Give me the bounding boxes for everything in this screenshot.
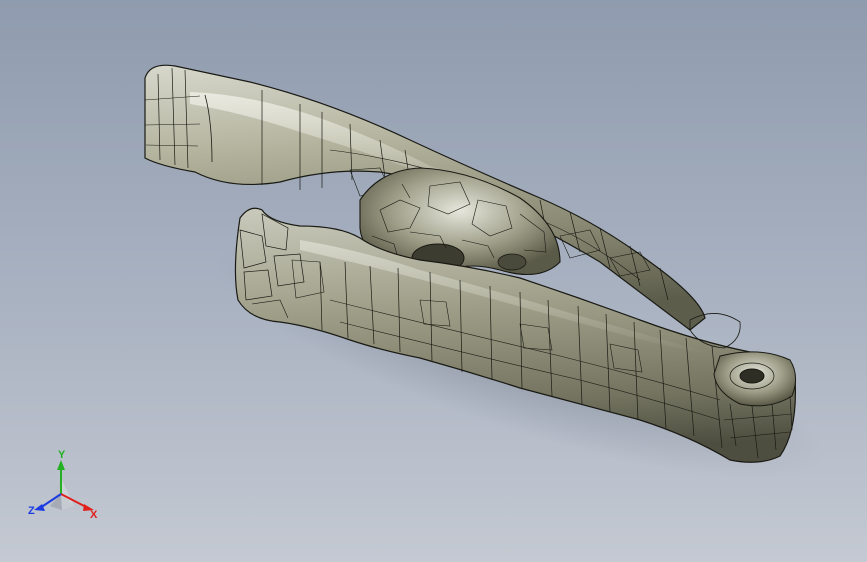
model-clothespin-part[interactable] [0, 0, 867, 562]
x-axis-label: X [90, 509, 98, 521]
coordinate-triad: Y X Z [28, 449, 98, 521]
graphics-viewport[interactable]: Y X Z [0, 0, 867, 562]
y-axis-arrow-icon [57, 460, 65, 470]
z-axis-label: Z [28, 505, 35, 517]
y-axis-label: Y [58, 449, 66, 461]
hinge-hole [739, 368, 765, 384]
